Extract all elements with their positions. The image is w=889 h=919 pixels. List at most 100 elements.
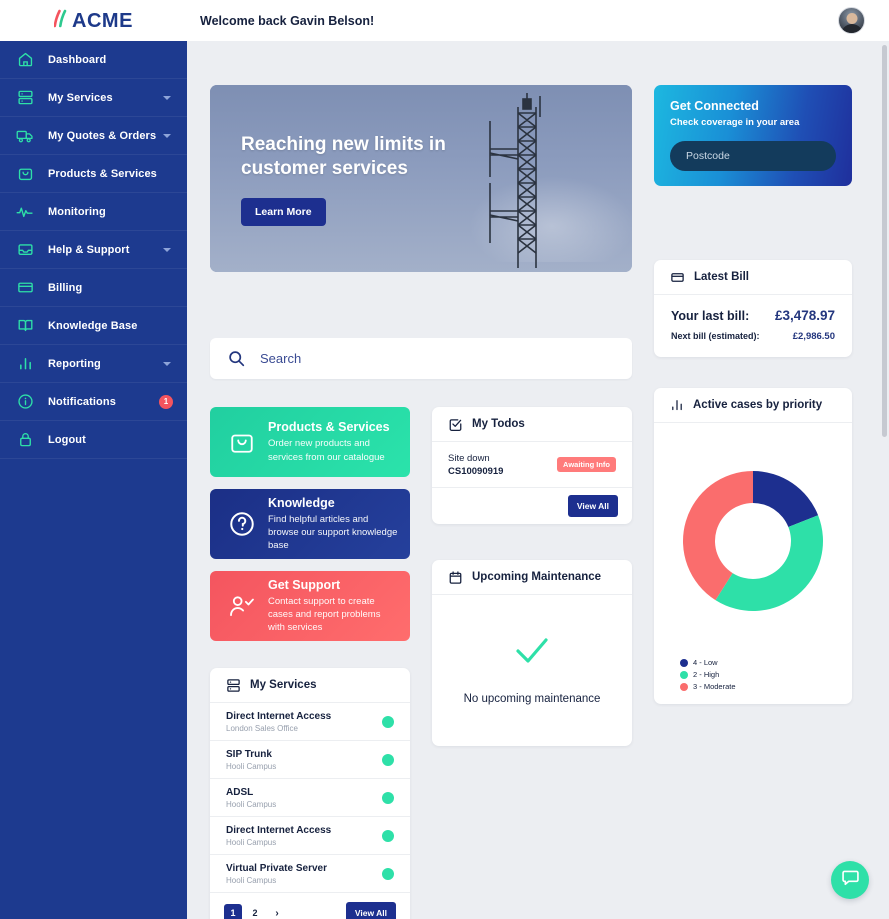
sidebar-item-help-support[interactable]: Help & Support bbox=[0, 231, 187, 269]
sidebar-item-logout[interactable]: Logout bbox=[0, 421, 187, 459]
sidebar-item-my-services[interactable]: My Services bbox=[0, 79, 187, 117]
legend-item: 2 - High bbox=[680, 670, 754, 679]
donut-chart bbox=[654, 423, 852, 658]
sidebar-item-label: Billing bbox=[48, 281, 83, 294]
search-bar[interactable] bbox=[210, 338, 632, 379]
card-header: Upcoming Maintenance bbox=[432, 560, 632, 595]
chevron-down-icon[interactable] bbox=[163, 361, 171, 366]
active-cases-chart-card: Active cases by priority 4 - Low 2 - High… bbox=[654, 388, 852, 704]
get-connected-title: Get Connected bbox=[670, 99, 759, 113]
page-2-button[interactable]: 2 bbox=[246, 904, 264, 919]
sidebar-item-products-services[interactable]: Products & Services bbox=[0, 155, 187, 193]
maintenance-empty-message: No upcoming maintenance bbox=[463, 693, 601, 705]
service-row[interactable]: Virtual Private Server Hooli Campus bbox=[210, 855, 410, 893]
service-status-dot bbox=[382, 753, 394, 766]
legend-color-dot bbox=[680, 682, 688, 691]
search-input[interactable] bbox=[260, 351, 600, 366]
notification-badge: 1 bbox=[159, 394, 173, 409]
sidebar-item-label: Products & Services bbox=[48, 167, 157, 180]
chat-button[interactable] bbox=[831, 861, 869, 899]
service-row[interactable]: ADSL Hooli Campus bbox=[210, 779, 410, 817]
service-site: Hooli Campus bbox=[226, 837, 277, 847]
last-bill-row: Your last bill: £3,478.97 bbox=[671, 308, 835, 323]
bag-icon bbox=[14, 163, 36, 185]
pagination: 1 2 › bbox=[224, 904, 286, 919]
service-status-dot bbox=[382, 791, 394, 804]
check-icon bbox=[514, 636, 550, 671]
sidebar-item-label: My Services bbox=[48, 91, 113, 104]
get-connected-subtitle: Check coverage in your area bbox=[670, 117, 800, 128]
next-bill-row: Next bill (estimated): £2,986.50 bbox=[671, 331, 835, 342]
bar-chart-icon bbox=[670, 398, 684, 412]
book-icon bbox=[14, 315, 36, 337]
logo-text: ACME bbox=[72, 9, 133, 32]
card-icon bbox=[14, 277, 36, 299]
main-content: Reaching new limits in customer services… bbox=[187, 41, 889, 919]
sidebar-item-reporting[interactable]: Reporting bbox=[0, 345, 187, 383]
service-name: Direct Internet Access bbox=[226, 710, 332, 722]
tile-title: Knowledge bbox=[268, 495, 335, 510]
bar-chart-icon bbox=[14, 353, 36, 375]
service-name: ADSL bbox=[226, 786, 254, 798]
service-row[interactable]: Direct Internet Access Hooli Campus bbox=[210, 817, 410, 855]
lock-icon bbox=[14, 429, 36, 451]
latest-bill-card: Latest Bill Your last bill: £3,478.97 Ne… bbox=[654, 260, 852, 357]
sidebar-item-monitoring[interactable]: Monitoring bbox=[0, 193, 187, 231]
donut-slice[interactable] bbox=[753, 470, 819, 527]
service-row[interactable]: SIP Trunk Hooli Campus bbox=[210, 741, 410, 779]
chart-title: Active cases by priority bbox=[693, 399, 823, 411]
service-name: Direct Internet Access bbox=[226, 824, 332, 836]
page-1-button[interactable]: 1 bbox=[224, 904, 242, 919]
sidebar-item-notifications[interactable]: Notifications 1 bbox=[0, 383, 187, 421]
tile-subtitle: Find helpful articles and browse our sup… bbox=[268, 513, 398, 552]
my-services-view-all-button[interactable]: View All bbox=[345, 902, 396, 919]
tile-get-support[interactable]: Get Support Contact support to create ca… bbox=[210, 571, 410, 641]
service-row[interactable]: Direct Internet Access London Sales Offic… bbox=[210, 703, 410, 741]
sidebar-item-label: Help & Support bbox=[48, 243, 130, 256]
next-page-button[interactable]: › bbox=[268, 904, 286, 919]
my-services-card: My Services Direct Internet Access London… bbox=[210, 668, 410, 919]
sidebar-item-label: Notifications bbox=[48, 395, 116, 408]
learn-more-button[interactable]: Learn More bbox=[241, 198, 326, 226]
vertical-scrollbar[interactable] bbox=[882, 45, 887, 437]
chevron-down-icon[interactable] bbox=[163, 247, 171, 252]
todos-view-all-button[interactable]: View All bbox=[567, 495, 618, 517]
sidebar-item-my-quotes-orders[interactable]: My Quotes & Orders bbox=[0, 117, 187, 155]
todo-row[interactable]: Site down CS10090919 Awaiting Info bbox=[432, 442, 632, 488]
sidebar-item-billing[interactable]: Billing bbox=[0, 269, 187, 307]
bag-icon bbox=[222, 429, 262, 455]
service-status-dot bbox=[382, 867, 394, 880]
top-bar: ACME Welcome back Gavin Belson! bbox=[0, 0, 889, 41]
last-bill-value: £3,478.97 bbox=[774, 308, 835, 323]
card-title: Latest Bill bbox=[694, 271, 749, 283]
donut-slice[interactable] bbox=[715, 514, 823, 611]
tile-knowledge[interactable]: Knowledge Find helpful articles and brow… bbox=[210, 489, 410, 559]
my-todos-footer: View All bbox=[432, 488, 632, 524]
tile-products-and-services[interactable]: Products & Services Order new products a… bbox=[210, 407, 410, 477]
postcode-input[interactable] bbox=[670, 141, 836, 171]
tile-subtitle: Contact support to create cases and repo… bbox=[268, 595, 381, 634]
maintenance-empty-state: No upcoming maintenance bbox=[432, 595, 632, 746]
sidebar-item-dashboard[interactable]: Dashboard bbox=[0, 41, 187, 79]
legend-color-dot bbox=[680, 670, 688, 679]
chevron-down-icon[interactable] bbox=[163, 95, 171, 100]
upcoming-maintenance-card: Upcoming Maintenance No upcoming mainten… bbox=[432, 560, 632, 746]
card-icon bbox=[670, 270, 685, 285]
next-bill-label: Next bill (estimated): bbox=[671, 331, 760, 341]
chat-icon bbox=[841, 868, 860, 892]
sidebar-item-label: Knowledge Base bbox=[48, 319, 138, 332]
avatar[interactable] bbox=[838, 7, 865, 34]
sidebar-item-label: Logout bbox=[48, 433, 86, 446]
card-header: Latest Bill bbox=[654, 260, 852, 295]
logo[interactable]: ACME bbox=[0, 0, 187, 41]
my-todos-card: My Todos Site down CS10090919 Awaiting Inf… bbox=[432, 407, 632, 524]
todo-case-id: CS10090919 bbox=[448, 465, 504, 477]
tile-title: Products & Services bbox=[268, 420, 390, 435]
info-circle-icon bbox=[14, 391, 36, 413]
sidebar-item-knowledge-base[interactable]: Knowledge Base bbox=[0, 307, 187, 345]
logo-slashes-icon bbox=[53, 9, 71, 33]
welcome-message: Welcome back Gavin Belson! bbox=[200, 13, 375, 28]
checkbox-icon bbox=[448, 417, 463, 432]
sidebar: Dashboard My Services My Quotes & Orders Pr… bbox=[0, 41, 187, 919]
chevron-down-icon[interactable] bbox=[163, 133, 171, 138]
